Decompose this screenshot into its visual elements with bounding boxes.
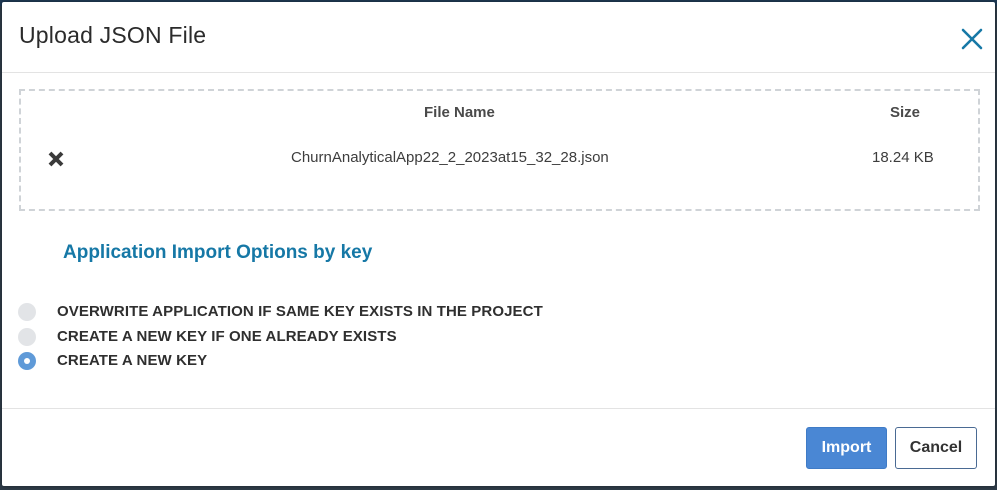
dialog-footer: Import Cancel (2, 408, 995, 487)
import-button[interactable]: Import (806, 427, 887, 469)
option-overwrite[interactable]: OVERWRITE APPLICATION IF SAME KEY EXISTS… (18, 302, 618, 322)
file-size: 18.24 KB (872, 149, 934, 166)
dialog-header: Upload JSON File (2, 2, 995, 73)
close-icon (961, 28, 983, 50)
import-options-title: Application Import Options by key (63, 242, 373, 263)
file-name-header: File Name (424, 104, 495, 121)
dialog-title: Upload JSON File (19, 22, 207, 48)
option-create-new-key[interactable]: CREATE A NEW KEY (18, 351, 618, 371)
file-dropzone[interactable]: File Name Size ChurnAnalyticalApp22_2_20… (19, 89, 980, 211)
cancel-button[interactable]: Cancel (895, 427, 977, 469)
option-overwrite-label: OVERWRITE APPLICATION IF SAME KEY EXISTS… (57, 303, 543, 320)
file-name: ChurnAnalyticalApp22_2_2023at15_32_28.js… (291, 149, 609, 166)
option-create-new-if-exists[interactable]: CREATE A NEW KEY IF ONE ALREADY EXISTS (18, 327, 618, 347)
remove-file-button[interactable] (47, 150, 65, 168)
option-overwrite-radio[interactable] (18, 303, 36, 321)
option-create-new-if-exists-radio[interactable] (18, 328, 36, 346)
file-size-header: Size (890, 104, 921, 121)
option-create-new-if-exists-label: CREATE A NEW KEY IF ONE ALREADY EXISTS (57, 328, 397, 345)
option-create-new-key-label: CREATE A NEW KEY (57, 352, 208, 369)
remove-file-icon (48, 151, 64, 167)
option-create-new-key-radio[interactable] (18, 352, 36, 370)
upload-json-dialog: Upload JSON File File Name Size ChurnAna… (2, 2, 995, 486)
close-button[interactable] (959, 26, 985, 52)
